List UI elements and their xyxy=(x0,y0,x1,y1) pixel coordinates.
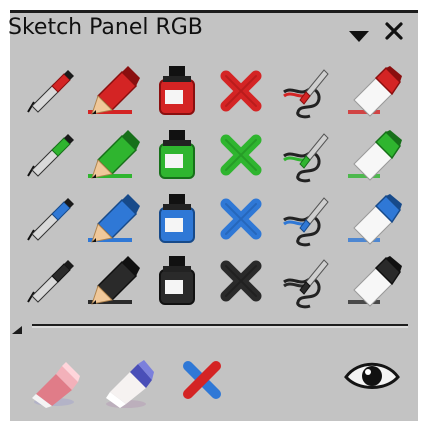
green-pen-icon[interactable] xyxy=(20,126,78,184)
blue-pen-icon[interactable] xyxy=(20,190,78,248)
blue-pencil-icon[interactable] xyxy=(84,190,142,248)
red-delete-x-icon[interactable] xyxy=(212,62,270,120)
blue-brush-stroke-icon[interactable] xyxy=(278,190,336,248)
eye-icon[interactable] xyxy=(340,356,404,396)
panel-scrollbar[interactable] xyxy=(10,318,410,338)
green-pencil-icon[interactable] xyxy=(84,126,142,184)
blue-eraser-icon[interactable] xyxy=(344,190,402,248)
green-ink-bottle-icon[interactable] xyxy=(148,126,206,184)
red-pen-icon[interactable] xyxy=(20,62,78,120)
eraser-pink-icon[interactable] xyxy=(26,352,84,410)
clear-x-icon[interactable] xyxy=(174,352,232,410)
black-ink-bottle-icon[interactable] xyxy=(148,252,206,310)
black-brush-stroke-icon[interactable] xyxy=(278,252,336,310)
green-delete-x-icon[interactable] xyxy=(212,126,270,184)
red-ink-bottle-icon[interactable] xyxy=(148,62,206,120)
black-eraser-icon[interactable] xyxy=(344,252,402,310)
red-pencil-icon[interactable] xyxy=(84,62,142,120)
triangle-down-icon[interactable] xyxy=(348,28,370,42)
green-brush-stroke-icon[interactable] xyxy=(278,126,336,184)
close-icon[interactable] xyxy=(384,20,404,42)
red-brush-stroke-icon[interactable] xyxy=(278,62,336,120)
panel-title: Sketch Panel RGB xyxy=(8,15,203,40)
black-pen-icon[interactable] xyxy=(20,252,78,310)
blue-delete-x-icon[interactable] xyxy=(212,190,270,248)
black-delete-x-icon[interactable] xyxy=(212,252,270,310)
black-pencil-icon[interactable] xyxy=(84,252,142,310)
green-eraser-icon[interactable] xyxy=(344,126,402,184)
red-eraser-icon[interactable] xyxy=(344,62,402,120)
resize-triangle-icon xyxy=(12,326,22,334)
eraser-blue-icon[interactable] xyxy=(98,352,156,410)
blue-ink-bottle-icon[interactable] xyxy=(148,190,206,248)
